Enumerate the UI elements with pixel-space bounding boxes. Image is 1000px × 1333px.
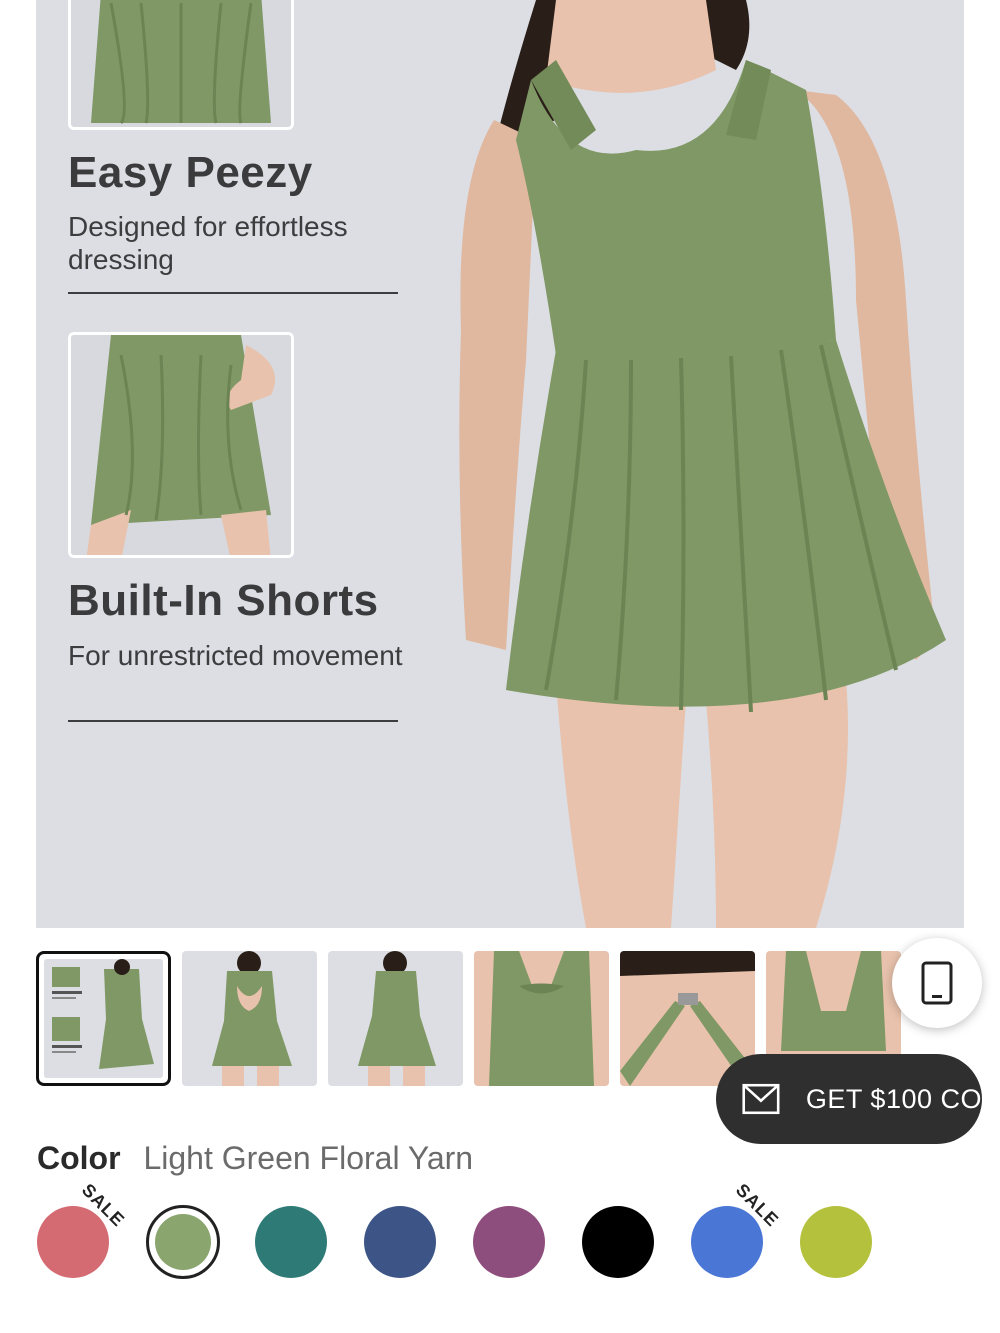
mail-icon (742, 1083, 780, 1115)
feature-image-easy-peezy (68, 0, 294, 130)
feature-title-easy-peezy: Easy Peezy (68, 148, 313, 197)
color-value: Light Green Floral Yarn (143, 1140, 474, 1176)
color-selection-label: Color Light Green Floral Yarn (37, 1140, 473, 1177)
feature-image-built-in-shorts (68, 332, 294, 558)
swatch-pink-heather[interactable] (37, 1206, 109, 1278)
swatch-light-green[interactable] (146, 1205, 220, 1279)
model-photo (459, 0, 946, 928)
thumb-infographic[interactable] (36, 951, 171, 1086)
swatch-navy-heather[interactable] (364, 1206, 436, 1278)
promo-label: GET $100 CO (805, 1083, 982, 1114)
feature-desc-easy-peezy: Designed for effortless dressing (68, 211, 348, 275)
thumb-back-view[interactable] (182, 951, 317, 1086)
thumb-back-twist[interactable] (474, 951, 609, 1086)
feature-desc-built-in-shorts: For unrestricted movement (68, 640, 403, 671)
phone-icon-button[interactable] (892, 938, 982, 1028)
swatch-lime[interactable] (800, 1206, 872, 1278)
feature-divider (68, 292, 398, 294)
feature-divider (68, 720, 398, 722)
phone-icon (921, 961, 953, 1005)
swatch-black[interactable] (582, 1206, 654, 1278)
feature-title-built-in-shorts: Built-In Shorts (68, 576, 379, 625)
thumb-front-view[interactable] (328, 951, 463, 1086)
swatch-blue-heather[interactable] (691, 1206, 763, 1278)
promo-button[interactable]: GET $100 CO (716, 1054, 982, 1144)
swatch-teal[interactable] (255, 1206, 327, 1278)
swatch-fill (155, 1214, 211, 1270)
swatch-plum-heather[interactable] (473, 1206, 545, 1278)
product-hero-image[interactable]: Easy Peezy Designed for effortless dress… (36, 0, 964, 928)
color-key: Color (37, 1140, 121, 1176)
